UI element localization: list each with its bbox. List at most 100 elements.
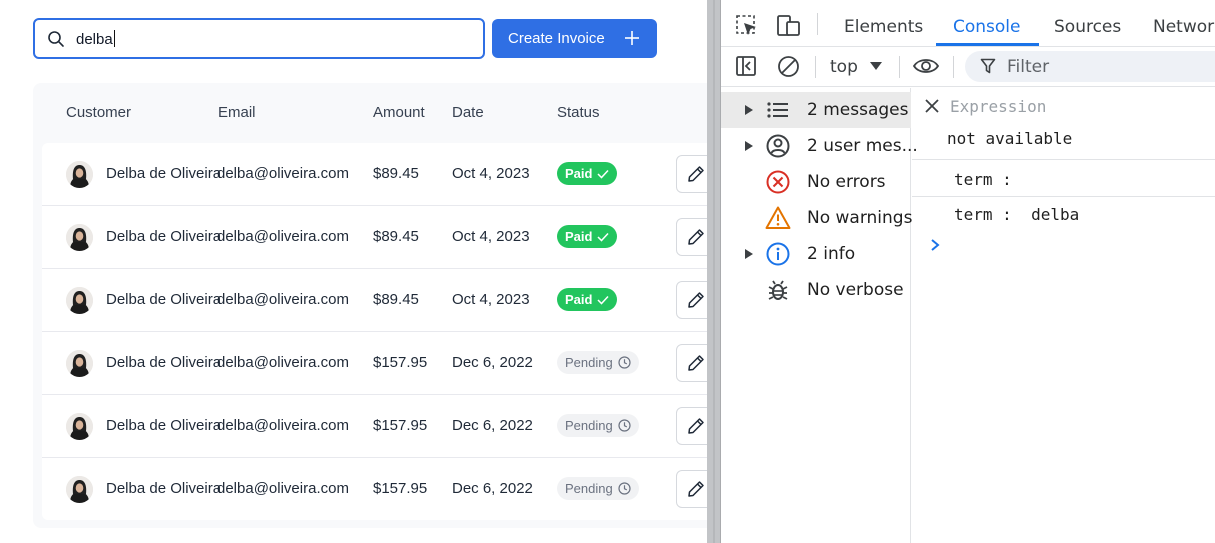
status-label: Pending	[565, 481, 613, 496]
console-prompt-icon[interactable]	[929, 238, 941, 252]
pencil-icon	[688, 229, 704, 245]
console-log-entry: term :	[912, 161, 1215, 197]
devtools-tabbar: Elements Console Sources Network	[721, 0, 1215, 47]
warning-icon	[765, 206, 791, 229]
invoice-amount: $157.95	[373, 354, 428, 371]
active-tab-indicator	[936, 43, 1039, 46]
customer-email: delba@oliveira.com	[217, 291, 349, 308]
clear-console-icon[interactable]	[777, 55, 800, 78]
filter-label: Filter	[1007, 57, 1050, 77]
expand-arrow-icon[interactable]	[745, 249, 753, 259]
sidebar-item-label: No errors	[807, 172, 886, 192]
sidebar-item-2-user-mes[interactable]: 2 user mes...	[721, 128, 918, 164]
invoice-date: Dec 6, 2022	[452, 354, 533, 371]
table-row: Delba de Oliveira delba@oliveira.com $157.…	[42, 395, 707, 458]
invoices-table: Customer Email Amount Date Status Delba …	[33, 83, 707, 528]
table-header: Customer Email Amount Date Status	[33, 83, 707, 141]
invoice-amount: $89.45	[373, 291, 419, 308]
invoice-date: Dec 6, 2022	[452, 480, 533, 497]
live-expression-eye-icon[interactable]	[912, 56, 940, 76]
table-row: Delba de Oliveira delba@oliveira.com $157.…	[42, 458, 707, 521]
sidebar-item-no-verbose[interactable]: No verbose	[721, 272, 911, 308]
pencil-icon	[688, 418, 704, 434]
devtools-panel: Elements Console Sources Network top	[721, 0, 1215, 543]
bug-icon	[768, 280, 788, 300]
create-invoice-label: Create Invoice	[508, 30, 605, 47]
toolbar-separator	[953, 56, 954, 78]
status-label: Paid	[565, 166, 593, 181]
status-label: Paid	[565, 229, 593, 244]
user-icon	[766, 134, 790, 158]
context-selector[interactable]: top	[830, 57, 890, 79]
customer-name: Delba de Oliveira	[106, 417, 222, 434]
edit-invoice-button[interactable]	[676, 218, 707, 256]
invoice-date: Oct 4, 2023	[452, 165, 530, 182]
sidebar-item-2-messages[interactable]: 2 messages	[721, 92, 911, 128]
customer-email: delba@oliveira.com	[217, 165, 349, 182]
customer-email: delba@oliveira.com	[217, 480, 349, 497]
customer-name: Delba de Oliveira	[106, 354, 222, 371]
sidebar-item-no-warnings[interactable]: No warnings	[721, 200, 912, 236]
customer-name: Delba de Oliveira	[106, 228, 222, 245]
status-label: Pending	[565, 418, 613, 433]
avatar-image	[66, 287, 93, 314]
device-toolbar-icon[interactable]	[776, 14, 802, 38]
list-icon	[767, 102, 788, 118]
tab-elements[interactable]: Elements	[844, 17, 923, 37]
create-invoice-button[interactable]: Create Invoice	[492, 19, 657, 58]
devtools-resize-handle[interactable]	[707, 0, 721, 543]
pencil-icon	[688, 166, 704, 182]
header-customer: Customer	[66, 104, 132, 121]
table-row: Delba de Oliveira delba@oliveira.com $157.…	[42, 332, 707, 395]
header-amount: Amount	[373, 104, 425, 121]
header-status: Status	[557, 104, 600, 121]
tab-sources[interactable]: Sources	[1054, 17, 1121, 37]
filter-input[interactable]: Filter	[965, 51, 1215, 82]
avatar-image	[66, 413, 93, 440]
sidebar-item-label: No verbose	[807, 280, 904, 300]
edit-invoice-button[interactable]	[676, 407, 707, 445]
customer-name: Delba de Oliveira	[106, 480, 222, 497]
check-icon	[597, 295, 610, 305]
search-input[interactable]: delba	[33, 18, 485, 59]
expand-arrow-icon[interactable]	[745, 105, 753, 115]
edit-invoice-button[interactable]	[676, 155, 707, 193]
close-icon[interactable]	[924, 98, 940, 114]
header-date: Date	[452, 104, 484, 121]
console-toolbar: top Filter	[721, 47, 1215, 87]
log-text: term :	[954, 170, 1012, 189]
invoice-amount: $89.45	[373, 165, 419, 182]
customer-email: delba@oliveira.com	[217, 228, 349, 245]
status-label: Paid	[565, 292, 593, 307]
table-body: Delba de Oliveira delba@oliveira.com $89.4…	[42, 143, 707, 520]
expression-input[interactable]: Expression	[950, 97, 1046, 116]
invoice-date: Dec 6, 2022	[452, 417, 533, 434]
pencil-icon	[688, 481, 704, 497]
invoice-date: Oct 4, 2023	[452, 228, 530, 245]
table-row: Delba de Oliveira delba@oliveira.com $89.4…	[42, 269, 707, 332]
header-email: Email	[218, 104, 256, 121]
tab-network[interactable]: Network	[1153, 17, 1215, 37]
invoice-amount: $157.95	[373, 480, 428, 497]
edit-invoice-button[interactable]	[676, 281, 707, 319]
tab-console[interactable]: Console	[953, 17, 1021, 37]
status-badge: Pending	[557, 477, 639, 500]
sidebar-item-no-errors[interactable]: No errors	[721, 164, 911, 200]
error-icon	[766, 170, 790, 194]
pencil-icon	[688, 292, 704, 308]
clock-icon	[618, 419, 631, 432]
edit-invoice-button[interactable]	[676, 470, 707, 508]
text-caret	[113, 30, 115, 47]
sidebar-item-2-info[interactable]: 2 info	[721, 236, 911, 272]
expression-result: not available	[947, 129, 1073, 148]
sidebar-toggle-icon[interactable]	[735, 55, 757, 77]
inspect-element-icon[interactable]	[735, 14, 759, 38]
avatar-image	[66, 161, 93, 188]
invoice-amount: $89.45	[373, 228, 419, 245]
expand-arrow-icon[interactable]	[745, 141, 753, 151]
avatar	[66, 350, 93, 377]
toolbar-separator	[899, 56, 900, 78]
edit-invoice-button[interactable]	[676, 344, 707, 382]
invoice-app: delba Create Invoice Customer Email Amou…	[0, 0, 707, 543]
toolbar-separator	[815, 56, 816, 78]
